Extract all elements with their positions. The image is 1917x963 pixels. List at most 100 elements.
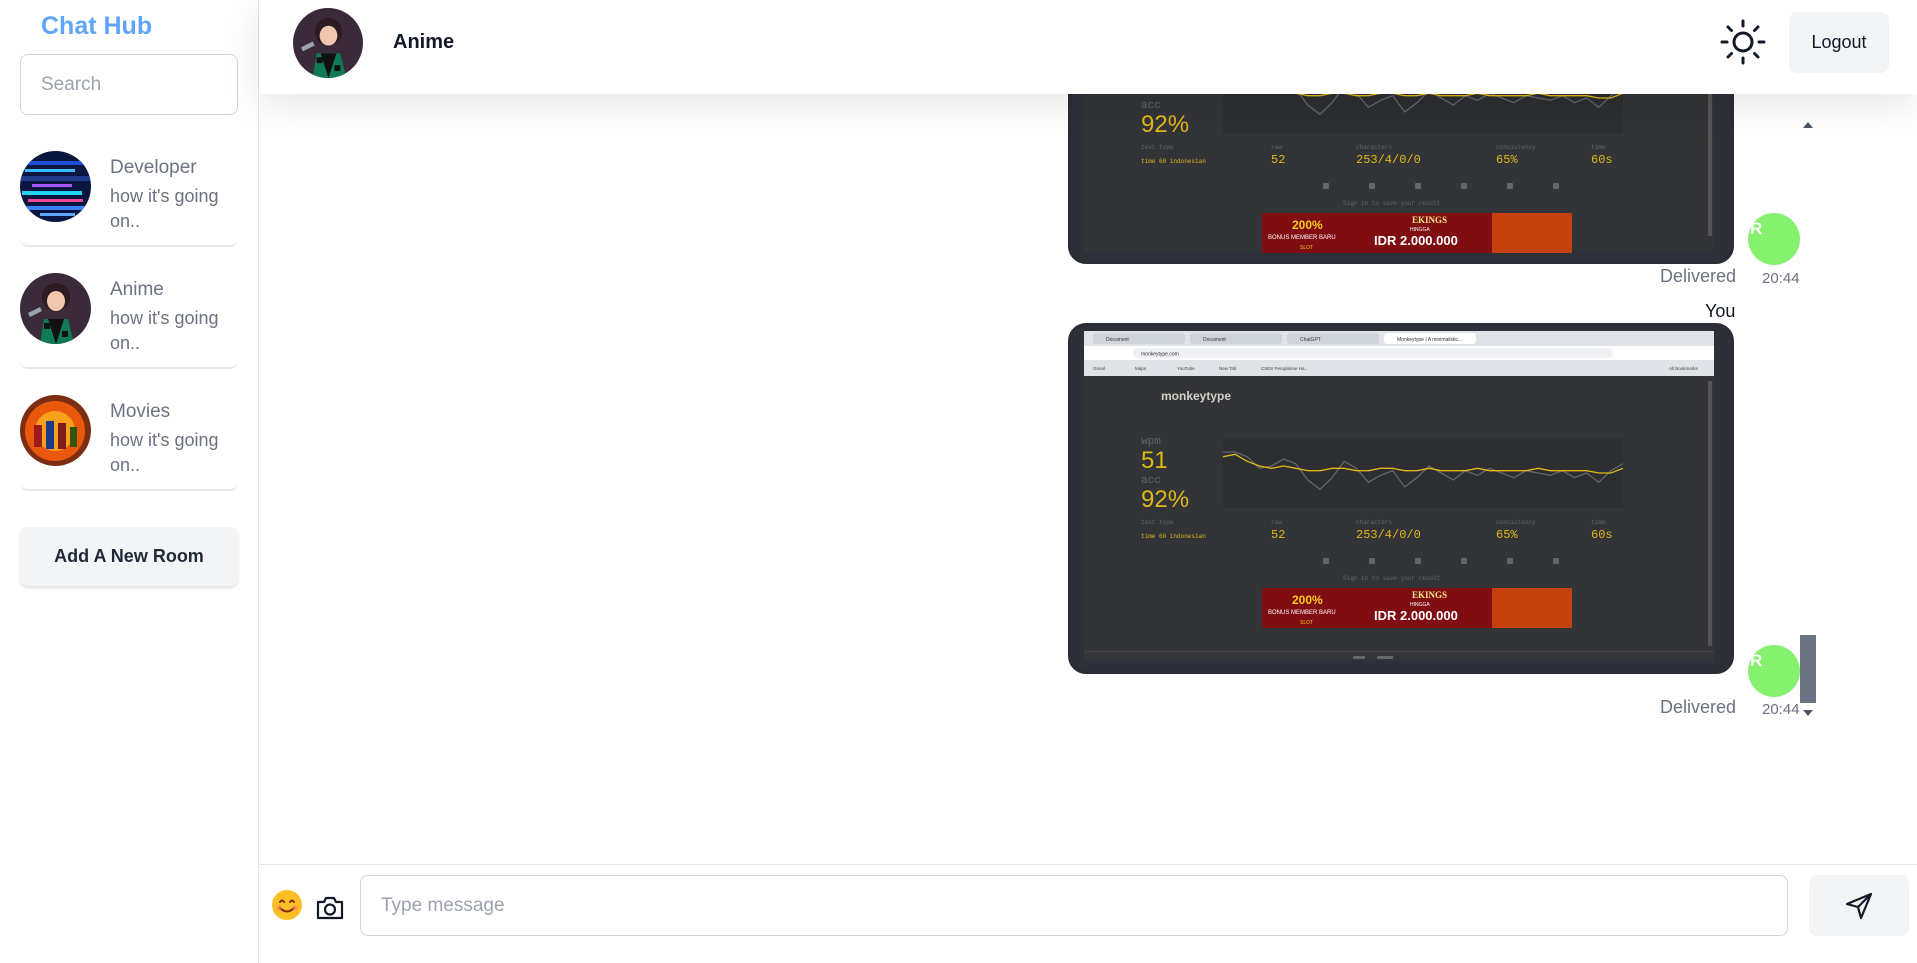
message-input[interactable] <box>360 875 1788 936</box>
chat-header: Anime Logout <box>259 0 1917 94</box>
search-input[interactable] <box>20 54 238 115</box>
result-stat-value: 52 <box>1271 528 1285 542</box>
result-action-icon <box>1461 558 1467 564</box>
result-stat-label: characters <box>1356 144 1392 151</box>
result-action-icon <box>1415 558 1421 564</box>
ad-headline: 200% <box>1292 593 1323 607</box>
browser-tab-label: Document <box>1106 337 1129 343</box>
shared-screenshot-image: Document Document ChatGPT Monkeytype | A mi… <box>1071 326 1731 671</box>
scroll-up-arrow[interactable] <box>1803 122 1813 128</box>
camera-button[interactable] <box>315 895 345 921</box>
room-title: Anime <box>393 31 455 53</box>
result-stat-value: time 60 indonesian <box>1141 533 1206 540</box>
result-action-icon <box>1553 558 1559 564</box>
room-item-developer[interactable]: Developer how it's going on.. <box>20 151 238 247</box>
footer-link <box>1353 656 1365 659</box>
ad-banner-art <box>1492 588 1572 628</box>
footer-divider <box>1084 651 1714 652</box>
result-action-icon <box>1461 183 1467 189</box>
chat-app: Chat Hub Developer how it's going on.. <box>0 0 1917 963</box>
footer-link <box>1377 656 1393 659</box>
result-action-icon <box>1369 558 1375 564</box>
ad-subtitle: BONUS MEMBER BARU <box>1268 610 1336 616</box>
theme-toggle-button[interactable] <box>1718 17 1768 67</box>
delivery-status: Delivered <box>1660 266 1737 286</box>
logout-button[interactable]: Logout <box>1789 12 1889 73</box>
ad-tag: SLOT <box>1300 620 1313 626</box>
browser-tab: Monkeytype | A minimalistic... <box>1384 333 1476 344</box>
room-item-movies[interactable]: Movies how it's going on.. <box>20 395 238 491</box>
developer-room-avatar <box>20 151 91 222</box>
result-action-icon <box>1553 183 1559 189</box>
result-stat-label: time <box>1591 144 1606 151</box>
result-action-icon <box>1507 558 1513 564</box>
bookmark-item: CSES Peruplanne Ha... <box>1261 366 1308 371</box>
ad-amount: IDR 2.000.000 <box>1374 233 1458 248</box>
room-item-anime[interactable]: Anime how it's going on.. <box>20 273 238 369</box>
result-stat-value: 253/4/0/0 <box>1356 153 1421 167</box>
result-action-icon <box>1507 183 1513 189</box>
ad-brand: EKINGS <box>1412 215 1447 225</box>
message-time: 20:44 <box>1762 270 1800 287</box>
room-last-message: how it's going on.. <box>110 186 219 231</box>
message-composer <box>259 864 1917 963</box>
result-action-icon <box>1323 183 1329 189</box>
browser-tab: Document <box>1190 333 1282 344</box>
image-message[interactable]: DocumentDocumentChatGPTMonkeytype | A mi… <box>1068 94 1734 264</box>
anime-room-avatar <box>20 273 91 344</box>
browser-tab: Document <box>1093 333 1185 344</box>
send-icon <box>1845 892 1873 919</box>
message-list[interactable]: Document Document ChatGPT Monkeytype | A mi… <box>259 94 1917 864</box>
scroll-down-arrow[interactable] <box>1803 710 1813 716</box>
acc-value: 92% <box>1141 486 1189 513</box>
room-last-message: how it's going on.. <box>110 430 219 475</box>
bookmark-item: Maps <box>1135 366 1147 371</box>
result-stat-label: consistency <box>1496 519 1536 526</box>
ad-banner-art <box>1492 213 1572 253</box>
result-stat-label: test type <box>1141 144 1174 151</box>
result-stat-label: characters <box>1356 519 1392 526</box>
result-stat-value: 65% <box>1496 528 1518 542</box>
site-logo-text: monkeytype <box>1161 389 1231 403</box>
browser-tab-label: Document <box>1203 337 1226 343</box>
emoji-button[interactable] <box>271 889 303 928</box>
sender-name: You <box>1705 301 1736 321</box>
message-time: 20:44 <box>1762 701 1800 718</box>
result-stat-value: time 60 indonesian <box>1141 158 1206 165</box>
ad-amount: IDR 2.000.000 <box>1374 608 1458 623</box>
sign-in-hint: Sign in to save your result <box>1343 575 1440 582</box>
address-bar <box>1133 348 1613 358</box>
wpm-graph-area <box>1223 438 1623 508</box>
result-stat-value: 253/4/0/0 <box>1356 528 1421 542</box>
app-brand: Chat Hub <box>41 12 153 40</box>
send-button[interactable] <box>1809 875 1909 936</box>
result-stat-label: consistency <box>1496 144 1536 151</box>
result-stat-label: raw <box>1271 519 1282 526</box>
result-stat-value: 65% <box>1496 153 1518 167</box>
sidebar: Chat Hub Developer how it's going on.. <box>0 0 259 963</box>
room-last-message: how it's going on.. <box>110 308 219 353</box>
camera-icon <box>316 896 344 920</box>
wpm-graph-area <box>1223 94 1623 133</box>
user-avatar: R <box>1748 645 1800 697</box>
sign-in-hint: Sign in to save your result <box>1343 200 1440 207</box>
scrollbar-thumb[interactable] <box>1800 635 1816 703</box>
browser-tab-label: ChatGPT <box>1300 337 1321 343</box>
bookmark-item: YouTube <box>1177 366 1195 371</box>
add-room-button[interactable]: Add A New Room <box>20 527 238 586</box>
result-stat-label: time <box>1591 519 1606 526</box>
result-stat-value: 60s <box>1591 153 1613 167</box>
room-name: Movies <box>110 401 171 422</box>
browser-tab: ChatGPT <box>1287 333 1379 344</box>
ad-subtitle: BONUS MEMBER BARU <box>1268 235 1336 241</box>
result-stat-label: raw <box>1271 144 1282 151</box>
page-scrollbar <box>1708 381 1712 646</box>
image-message[interactable]: Document Document ChatGPT Monkeytype | A mi… <box>1068 323 1734 674</box>
bookmark-item: New Tab <box>1219 366 1237 371</box>
movies-room-avatar <box>20 395 91 466</box>
result-stat-label: test type <box>1141 519 1174 526</box>
user-avatar: R <box>1748 213 1800 265</box>
room-name: Developer <box>110 157 197 178</box>
browser-tab-label: Monkeytype | A minimalistic... <box>1397 337 1462 343</box>
address-bar-url: monkeytype.com <box>1141 352 1179 358</box>
